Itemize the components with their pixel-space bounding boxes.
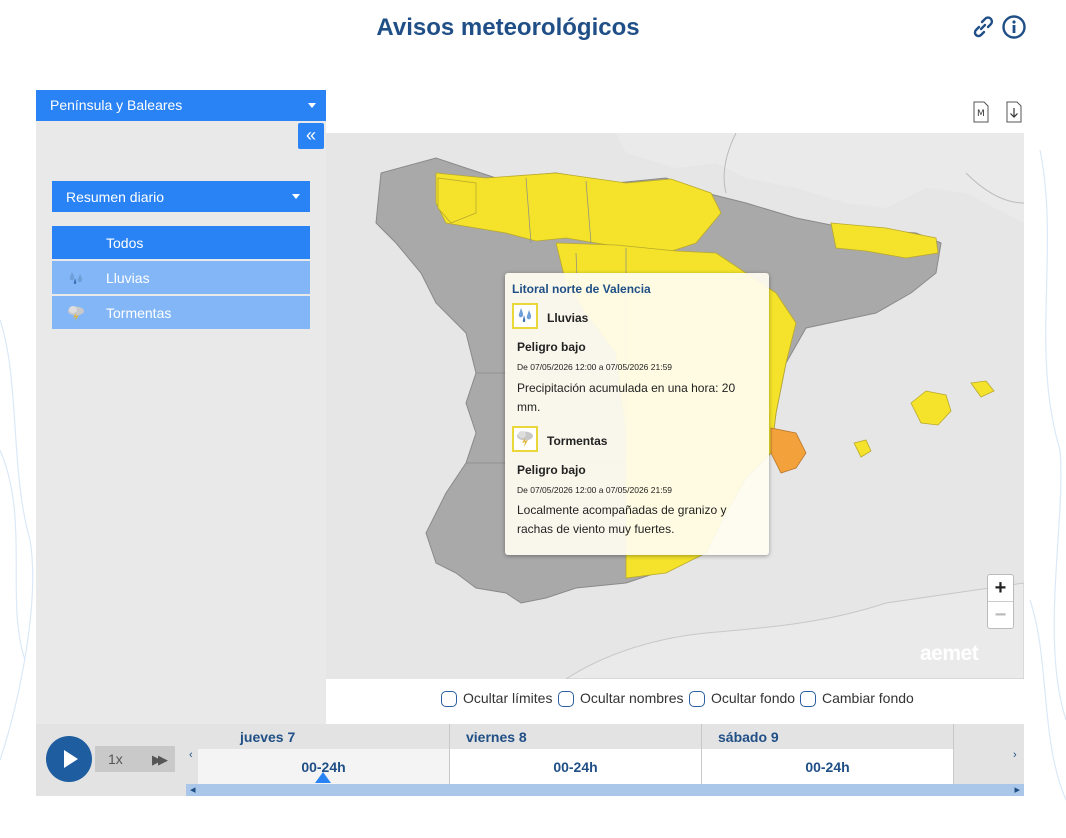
collapse-sidebar-button[interactable]: «: [298, 123, 324, 149]
toggle-label: Ocultar fondo: [711, 690, 796, 706]
svg-text:M: M: [977, 109, 985, 119]
zoom-control: + −: [987, 574, 1014, 629]
mode-select[interactable]: Resumen diario: [52, 181, 310, 212]
zoom-out-button[interactable]: −: [988, 602, 1013, 628]
info-icon[interactable]: [1001, 14, 1027, 40]
popup-zone-title: Litoral norte de Valencia: [512, 282, 651, 296]
timeline-slot[interactable]: 00-24h: [450, 749, 701, 784]
link-icon[interactable]: [970, 14, 996, 40]
popup-warning-name: Tormentas: [547, 434, 608, 448]
toggle-label: Ocultar límites: [463, 690, 553, 706]
download-icon[interactable]: [1005, 101, 1023, 123]
toggle-label: Cambiar fondo: [822, 690, 914, 706]
filter-item-lluvias[interactable]: Lluvias: [52, 261, 310, 294]
filter-item-todos[interactable]: Todos: [52, 226, 310, 259]
chevron-down-icon: [292, 194, 300, 199]
mode-select-label: Resumen diario: [66, 189, 165, 205]
timeline-divider: [953, 724, 954, 784]
day-label: jueves 7: [240, 729, 296, 745]
popup-warning-level: Peligro bajo: [517, 463, 586, 477]
filter-item-tormentas[interactable]: Tormentas: [52, 296, 310, 329]
rain-icon: [512, 303, 538, 329]
day-label: sábado 9: [718, 729, 779, 745]
zoom-in-button[interactable]: +: [988, 575, 1013, 602]
filter-item-label: Todos: [106, 235, 144, 251]
storm-icon: [512, 426, 538, 452]
popup-warning-description: Localmente acompañadas de granizo y rach…: [517, 503, 727, 536]
warning-popup: Litoral norte de Valencia Lluvias Peligr…: [505, 273, 769, 555]
timeline-scrollbar[interactable]: ◂ ▸: [186, 784, 1024, 796]
filter-item-label: Tormentas: [106, 305, 172, 321]
popup-warning-description: Precipitación acumulada en una hora: 20 …: [517, 381, 736, 414]
timeline-slot[interactable]: 00-24h: [702, 749, 953, 784]
popup-warning-dates: De 07/05/2026 12:00 a 07/05/2026 21:59: [517, 362, 673, 372]
rain-icon: [69, 272, 83, 285]
timeline-prev-icon[interactable]: ‹: [189, 749, 193, 761]
map-format-icon[interactable]: M: [972, 101, 990, 123]
filter-item-label: Lluvias: [106, 270, 150, 286]
day-label: viernes 8: [466, 729, 527, 745]
scroll-left-icon[interactable]: ◂: [190, 783, 196, 796]
scroll-right-icon[interactable]: ▸: [1014, 783, 1020, 796]
play-button[interactable]: [46, 736, 92, 782]
checkbox[interactable]: [689, 691, 705, 707]
speed-label: 1x: [108, 751, 123, 767]
checkbox[interactable]: [558, 691, 574, 707]
popup-warning-name: Lluvias: [547, 311, 589, 325]
aemet-logo: aemet: [920, 642, 979, 665]
checkbox[interactable]: [800, 691, 816, 707]
region-select[interactable]: Península y Baleares: [36, 90, 326, 121]
popup-warning-level: Peligro bajo: [517, 340, 586, 354]
timeline-current-marker[interactable]: [315, 772, 331, 783]
popup-warning-dates: De 07/05/2026 12:00 a 07/05/2026 21:59: [517, 485, 673, 495]
timeline-next-icon[interactable]: ›: [1013, 749, 1017, 761]
checkbox[interactable]: [441, 691, 457, 707]
toggle-label: Ocultar nombres: [580, 690, 684, 706]
page-title: Avisos meteorológicos: [376, 14, 640, 41]
fast-forward-icon[interactable]: ▶▶: [152, 752, 168, 768]
region-select-label: Península y Baleares: [50, 97, 183, 113]
storm-icon: [68, 306, 84, 321]
chevron-down-icon: [308, 103, 316, 108]
